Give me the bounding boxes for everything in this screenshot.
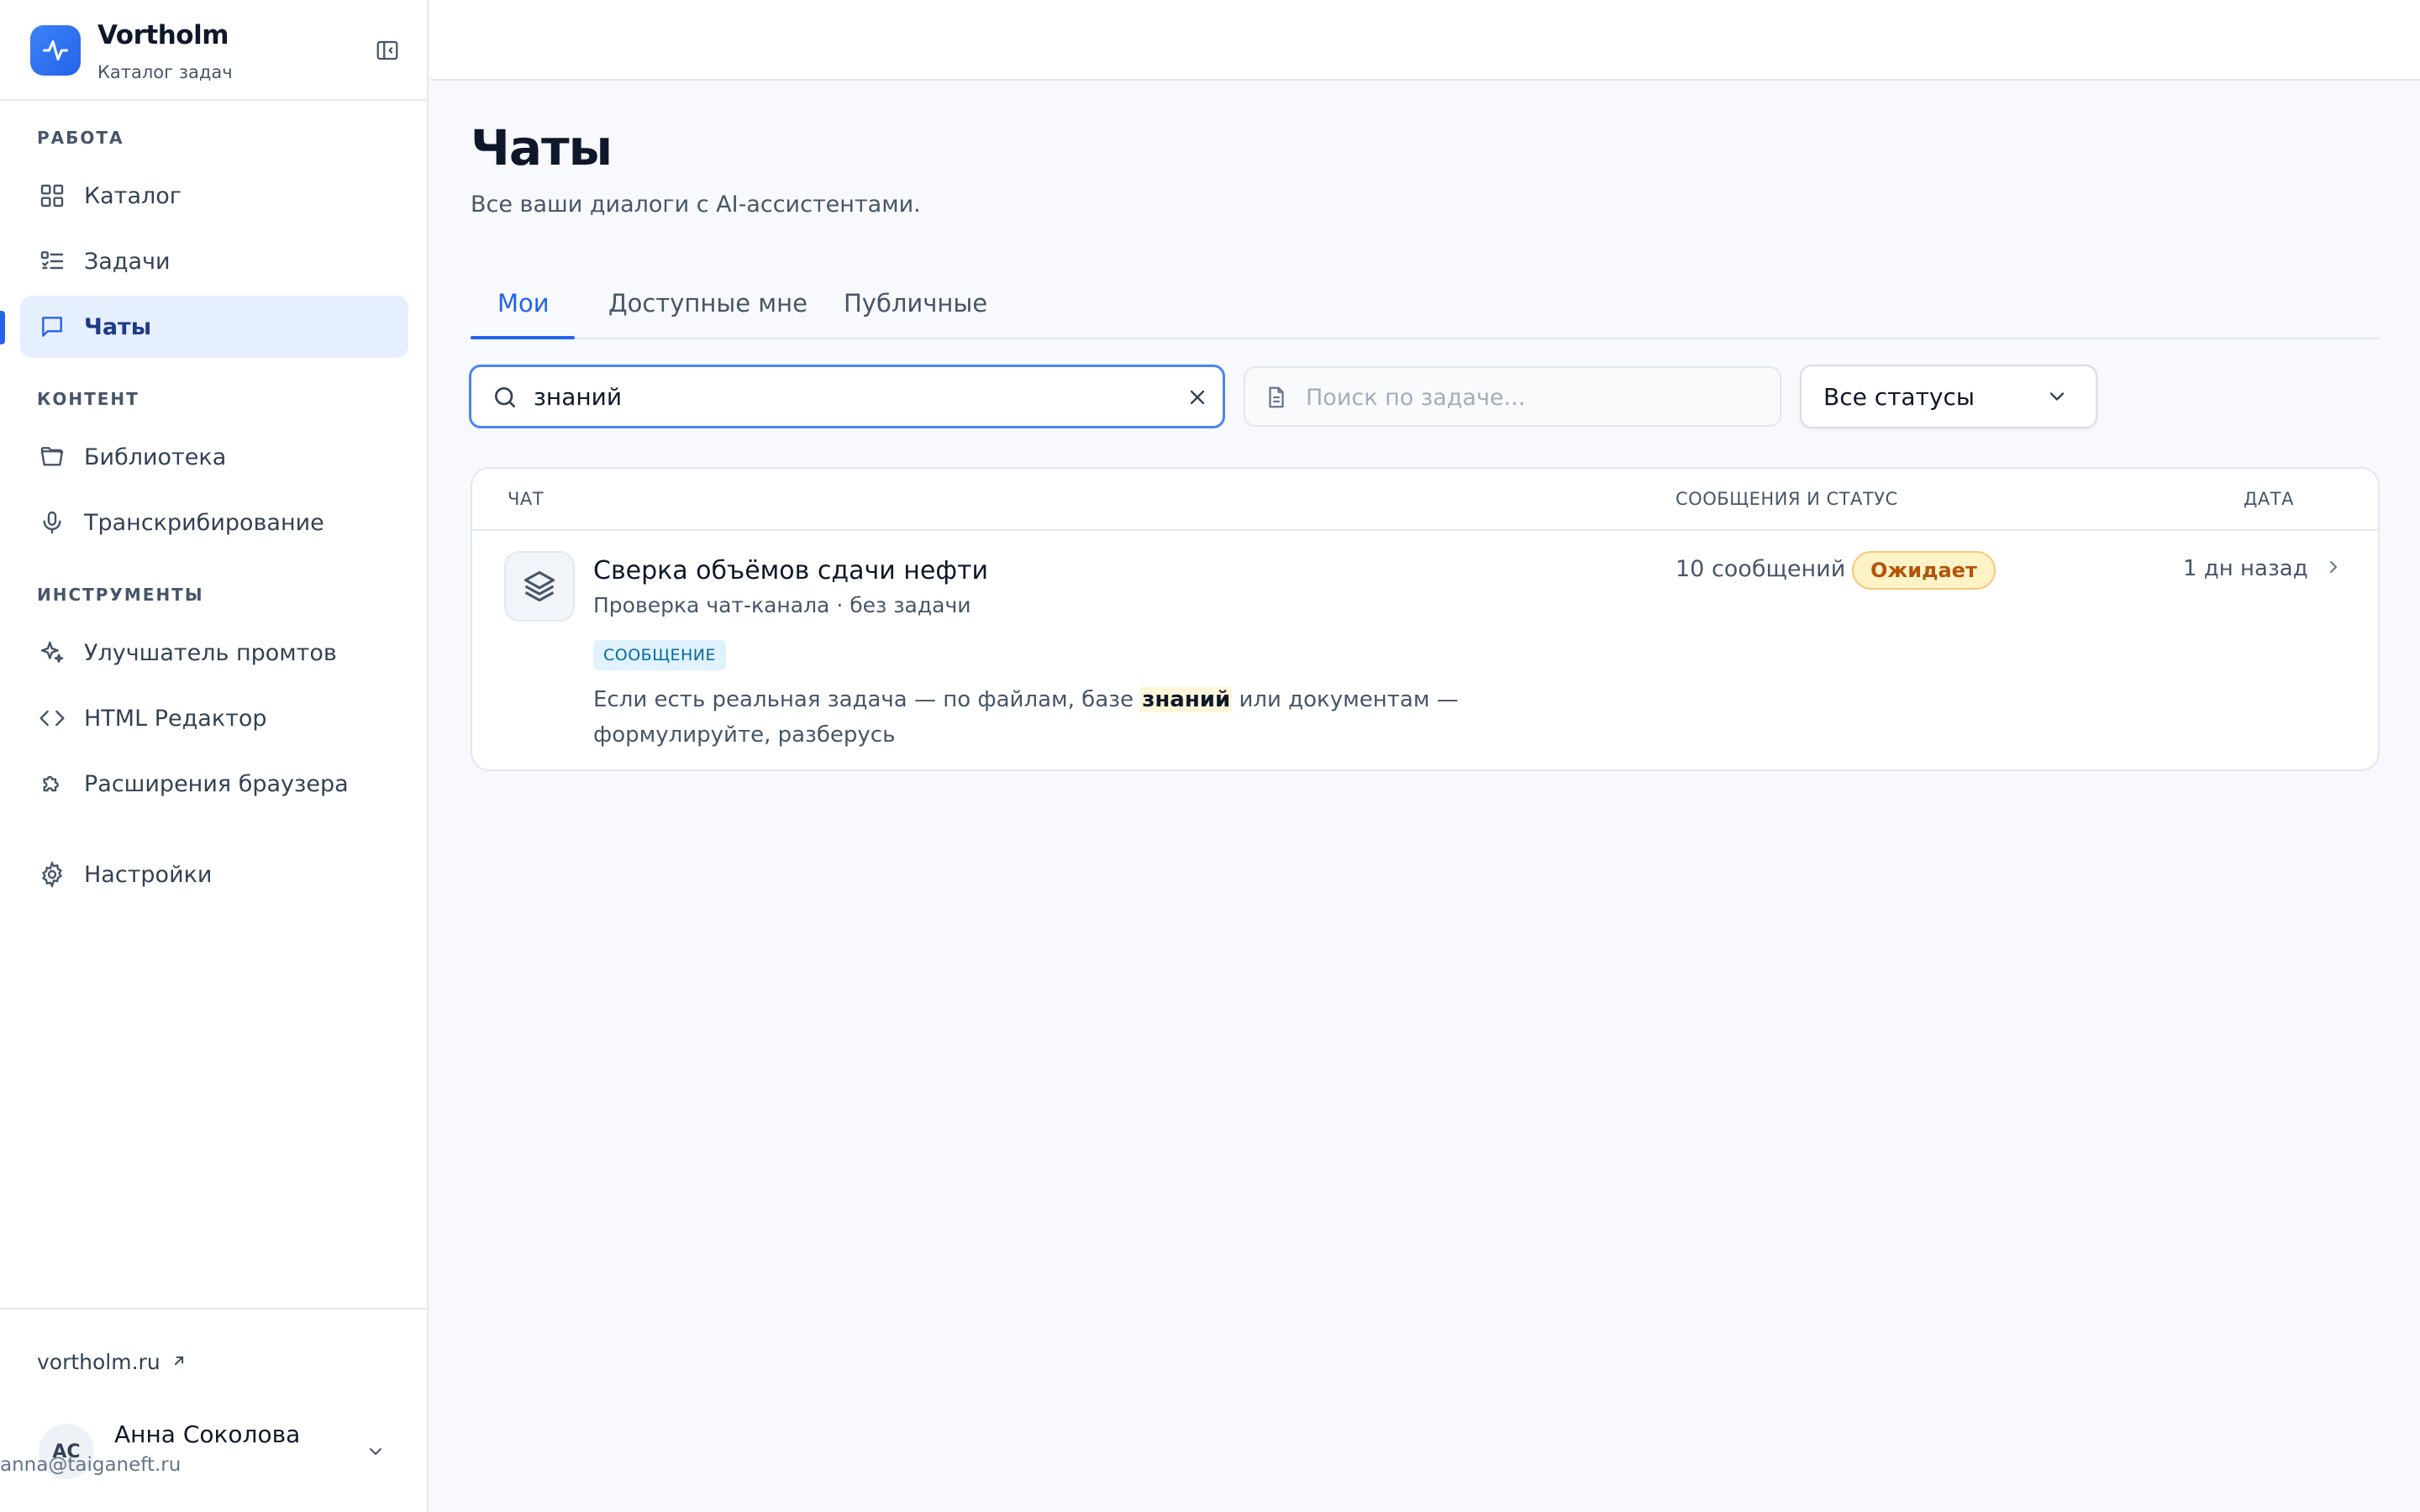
sparkles-icon [37, 638, 67, 668]
match-type-badge: СООБЩЕНИЕ [593, 640, 727, 670]
snippet-highlight: знаний [1140, 687, 1233, 712]
tab-shared-with-me[interactable]: Доступные мне [608, 289, 808, 339]
active-indicator [0, 311, 5, 344]
puzzle-icon [37, 769, 67, 799]
sidebar-item-label: HTML Редактор [84, 705, 267, 732]
chat-title: Сверка объёмов сдачи нефти [593, 556, 988, 585]
chat-icon [37, 312, 67, 342]
section-label-tools: ИНСТРУМЕНТЫ [37, 585, 204, 605]
task-list-icon [37, 246, 67, 276]
external-link-icon [171, 1350, 187, 1374]
gear-icon [37, 859, 67, 890]
table-header: ЧАТ СООБЩЕНИЯ И СТАТУС ДАТА [472, 469, 2378, 531]
snippet-before: Если есть реальная задача — по файлам, б… [593, 687, 1141, 712]
sidebar: Vortholm Каталог задач РАБОТА Каталог За… [0, 0, 429, 1512]
sidebar-item-transcription[interactable]: Транскрибирование [20, 491, 408, 554]
sidebar-item-label: Настройки [84, 861, 213, 888]
message-count: 10 сообщений [1676, 556, 1846, 582]
grid-icon [37, 181, 67, 211]
sidebar-item-settings[interactable]: Настройки [20, 843, 408, 906]
brand-header: Vortholm Каталог задач [0, 0, 429, 101]
table-row[interactable]: Сверка объёмов сдачи нефти Проверка чат-… [472, 531, 2378, 769]
sidebar-item-label: Чаты [84, 313, 152, 340]
microphone-icon [37, 507, 67, 538]
brand-name: Vortholm [97, 20, 229, 50]
chats-table: ЧАТ СООБЩЕНИЯ И СТАТУС ДАТА Сверка объём… [471, 467, 2380, 771]
section-label-content: КОНТЕНТ [37, 389, 139, 409]
status-filter-value: Все статусы [1823, 383, 1975, 411]
status-badge: Ожидает [1852, 551, 1996, 590]
pulse-logo-icon [30, 25, 81, 76]
chat-meta: Проверка чат-канала · без задачи [593, 593, 971, 617]
tab-label: Мои [497, 289, 550, 318]
top-bar [430, 0, 2420, 81]
sidebar-item-html-editor[interactable]: HTML Редактор [20, 687, 408, 749]
code-icon [37, 703, 67, 733]
site-link[interactable]: vortholm.ru [37, 1350, 187, 1374]
sidebar-item-label: Транскрибирование [84, 509, 324, 536]
column-header-messages-status: СООБЩЕНИЯ И СТАТУС [1676, 489, 1898, 509]
clear-icon[interactable] [1184, 384, 1211, 411]
sidebar-item-label: Библиотека [84, 444, 227, 470]
task-search-box [1244, 366, 1781, 427]
message-snippet: Если есть реальная задача — по файлам, б… [593, 682, 1602, 753]
user-name: Анна Соколова [114, 1420, 301, 1448]
sidebar-item-tasks[interactable]: Задачи [20, 230, 408, 292]
sidebar-collapse-icon[interactable] [373, 37, 402, 64]
column-header-chat: ЧАТ [508, 489, 544, 509]
sidebar-item-library[interactable]: Библиотека [20, 426, 408, 488]
sidebar-item-label: Улучшатель промтов [84, 639, 337, 666]
chevron-right-icon[interactable] [2321, 554, 2346, 580]
sidebar-footer: vortholm.ru АС Анна Соколова anna@taigan… [0, 1308, 429, 1512]
site-link-label: vortholm.ru [37, 1350, 160, 1374]
column-header-date: ДАТА [2244, 489, 2294, 509]
chat-search-input[interactable] [534, 375, 1139, 417]
tab-public[interactable]: Публичные [844, 289, 987, 339]
chevron-down-icon [2045, 385, 2070, 410]
status-filter-select[interactable]: Все статусы [1800, 365, 2097, 428]
task-search-input[interactable] [1306, 376, 1760, 418]
search-icon [492, 384, 518, 411]
brand-subtitle: Каталог задач [97, 62, 233, 82]
chat-search-box [469, 365, 1225, 428]
sidebar-item-catalog[interactable]: Каталог [20, 165, 408, 227]
sidebar-item-label: Каталог [84, 182, 182, 209]
user-email: anna@taiganeft.ru [0, 1454, 182, 1476]
tab-bar: Мои Доступные мне Публичные [471, 284, 2380, 339]
chat-date: 1 дн назад [2183, 556, 2308, 581]
sidebar-item-browser-extensions[interactable]: Расширения браузера [20, 753, 408, 815]
sidebar-item-label: Задачи [84, 248, 171, 275]
chevron-down-icon[interactable] [363, 1439, 388, 1464]
page-subtitle: Все ваши диалоги с AI-ассистентами. [471, 192, 921, 218]
layers-icon [504, 551, 575, 622]
sidebar-item-prompt-improver[interactable]: Улучшатель промтов [20, 622, 408, 684]
page-title: Чаты [471, 119, 613, 176]
tab-active-underline [471, 336, 575, 339]
tab-label: Публичные [844, 289, 988, 318]
tab-mine[interactable]: Мои [497, 289, 550, 339]
section-label-work: РАБОТА [37, 128, 124, 148]
sidebar-item-chats[interactable]: Чаты [20, 296, 408, 358]
document-icon [1264, 385, 1291, 412]
folder-icon [37, 442, 67, 472]
tab-label: Доступные мне [608, 289, 808, 318]
sidebar-item-label: Расширения браузера [84, 770, 349, 797]
